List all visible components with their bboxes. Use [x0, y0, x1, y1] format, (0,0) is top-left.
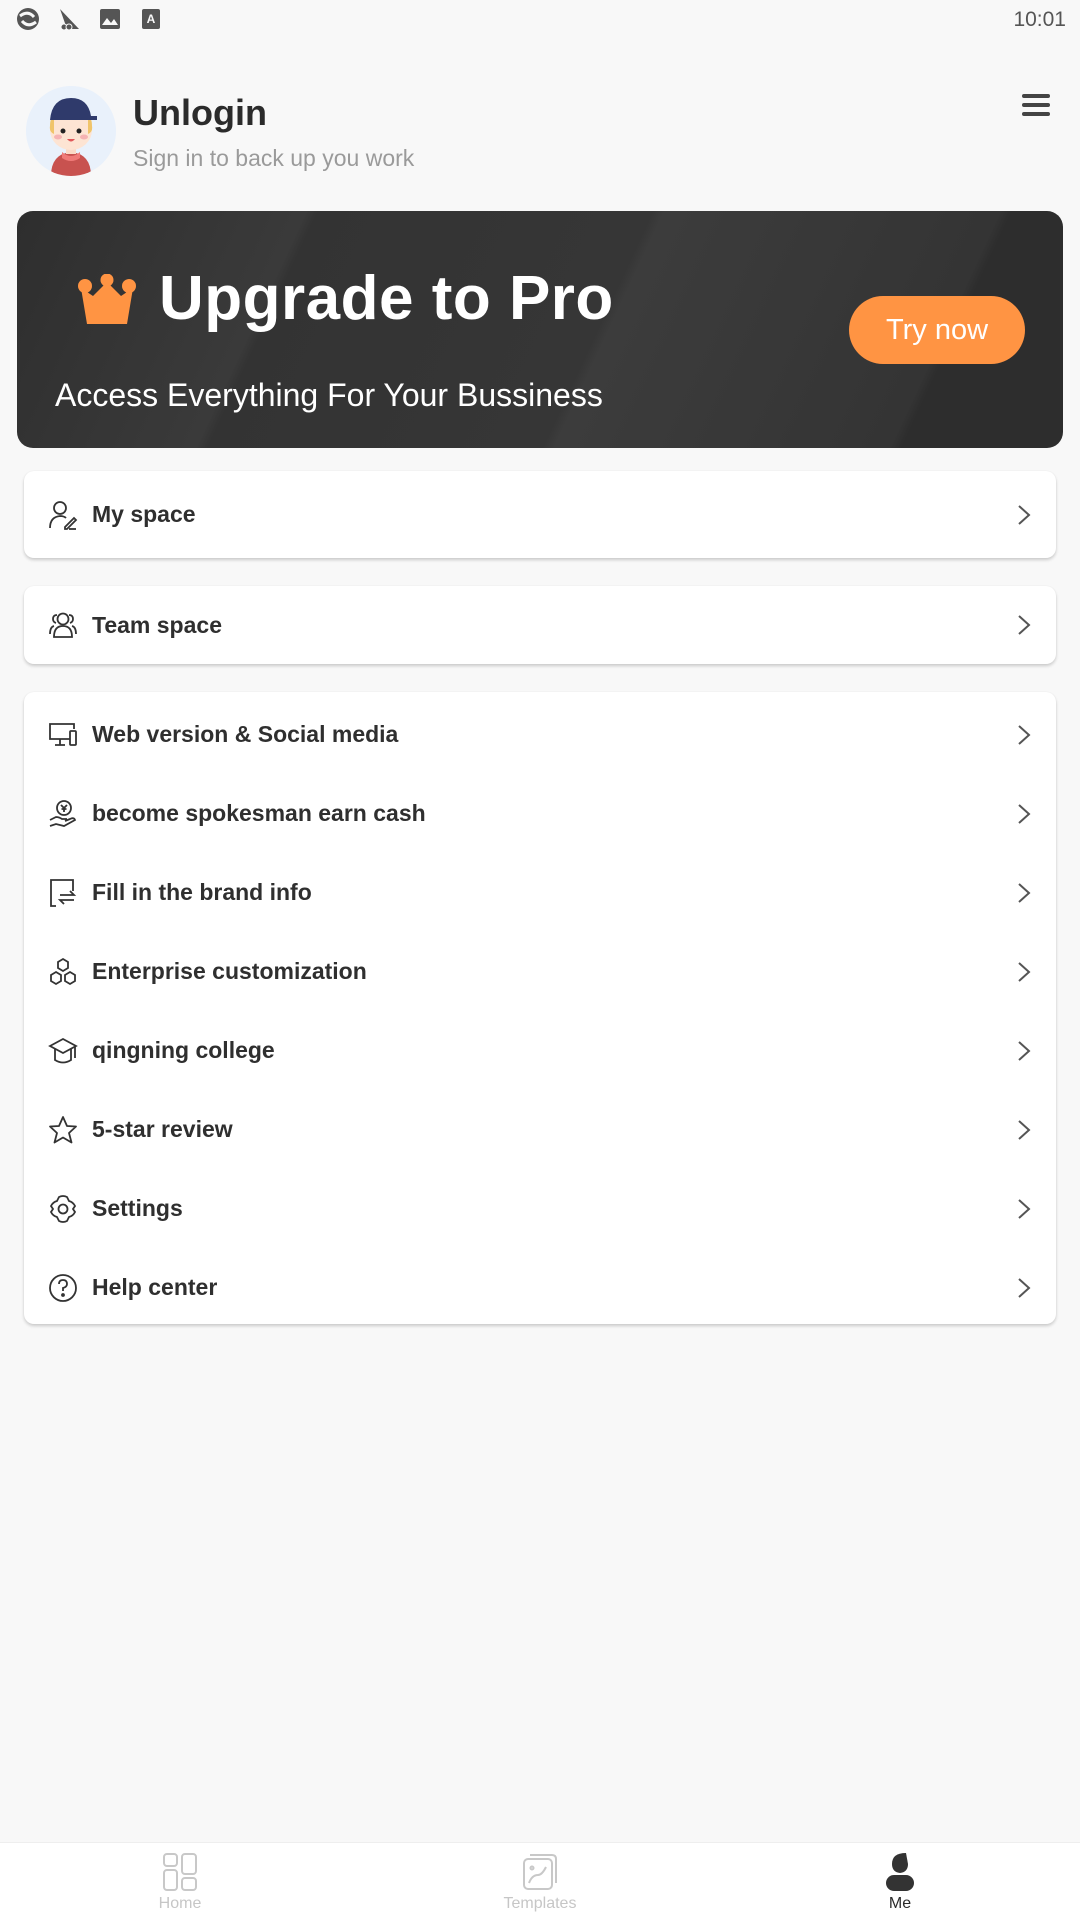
team-icon — [48, 610, 78, 640]
my-space-row[interactable]: My space — [24, 471, 1056, 558]
menu-item-web-version[interactable]: Web version & Social media — [24, 695, 1056, 774]
menu-item-settings[interactable]: Settings — [24, 1169, 1056, 1248]
chevron-right-icon — [1016, 1118, 1032, 1142]
menu-item-label: Help center — [92, 1274, 218, 1300]
my-space-label: My space — [92, 501, 196, 527]
templates-icon — [523, 1854, 557, 1890]
chevron-right-icon — [1016, 613, 1032, 637]
nav-tab-home[interactable]: Home — [0, 1843, 360, 1920]
menu-item-label: Fill in the brand info — [92, 879, 312, 905]
menu-item-label: 5-star review — [92, 1116, 233, 1142]
bottom-nav: Home Templates Me — [0, 1842, 1080, 1920]
menu-item-review[interactable]: 5-star review — [24, 1090, 1056, 1169]
chevron-right-icon — [1016, 802, 1032, 826]
chevron-right-icon — [1016, 1197, 1032, 1221]
chevron-right-icon — [1016, 960, 1032, 984]
nav-label-home: Home — [158, 1895, 202, 1912]
user-edit-icon — [48, 500, 78, 530]
status-bar: A 10:01 — [0, 0, 1080, 40]
nav-tab-me[interactable]: Me — [720, 1843, 1080, 1920]
status-time: 10:01 — [1013, 8, 1066, 31]
avatar[interactable] — [26, 86, 116, 176]
team-space-card[interactable]: Team space — [24, 586, 1056, 664]
menu-item-label: become spokesman earn cash — [92, 800, 426, 826]
grid-icon — [163, 1853, 197, 1891]
menu-item-label: qingning college — [92, 1037, 275, 1063]
profile-header[interactable]: Unlogin Sign in to back up you work — [26, 86, 414, 176]
vpn-icon — [57, 7, 81, 31]
nav-label-templates: Templates — [503, 1895, 577, 1912]
menu-item-enterprise[interactable]: Enterprise customization — [24, 932, 1056, 1011]
chevron-right-icon — [1016, 503, 1032, 527]
star-icon — [48, 1115, 78, 1145]
help-circle-icon — [48, 1273, 78, 1303]
gear-icon — [48, 1194, 78, 1224]
nav-tab-templates[interactable]: Templates — [360, 1843, 720, 1920]
sign-in-prompt[interactable]: Sign in to back up you work — [133, 145, 414, 172]
sync-icon — [16, 7, 40, 31]
chevron-right-icon — [1016, 723, 1032, 747]
svg-text:A: A — [147, 12, 156, 26]
menu-list-card: Web version & Social media become spokes… — [24, 692, 1056, 1324]
team-space-row[interactable]: Team space — [24, 586, 1056, 664]
graduation-cap-icon — [48, 1036, 78, 1066]
team-space-label: Team space — [92, 611, 222, 638]
menu-item-college[interactable]: qingning college — [24, 1011, 1056, 1090]
chevron-right-icon — [1016, 881, 1032, 905]
my-space-card[interactable]: My space — [24, 471, 1056, 558]
menu-item-label: Web version & Social media — [92, 721, 399, 747]
menu-item-spokesman[interactable]: become spokesman earn cash — [24, 774, 1056, 853]
pro-subtitle: Access Everything For Your Bussiness — [55, 377, 603, 413]
try-now-button[interactable]: Try now — [849, 296, 1025, 364]
chevron-right-icon — [1016, 1276, 1032, 1300]
crown-icon — [75, 273, 139, 324]
menu-item-brand-info[interactable]: Fill in the brand info — [24, 853, 1056, 932]
pro-title: Upgrade to Pro — [159, 264, 614, 333]
hexagons-icon — [48, 957, 78, 987]
menu-item-help[interactable]: Help center — [24, 1248, 1056, 1327]
image-icon — [98, 7, 122, 31]
profile-name[interactable]: Unlogin — [133, 91, 414, 135]
menu-item-label: Enterprise customization — [92, 958, 367, 984]
brand-swap-icon — [48, 878, 78, 908]
font-icon: A — [139, 7, 163, 31]
cash-hand-icon — [48, 799, 78, 829]
devices-icon — [48, 720, 78, 750]
nav-label-me: Me — [888, 1895, 912, 1912]
menu-item-label: Settings — [92, 1195, 183, 1221]
chevron-right-icon — [1016, 1039, 1032, 1063]
upgrade-pro-banner[interactable]: Upgrade to Pro Access Everything For You… — [17, 211, 1063, 448]
person-icon — [886, 1853, 914, 1891]
hamburger-menu-icon[interactable] — [1016, 90, 1056, 120]
